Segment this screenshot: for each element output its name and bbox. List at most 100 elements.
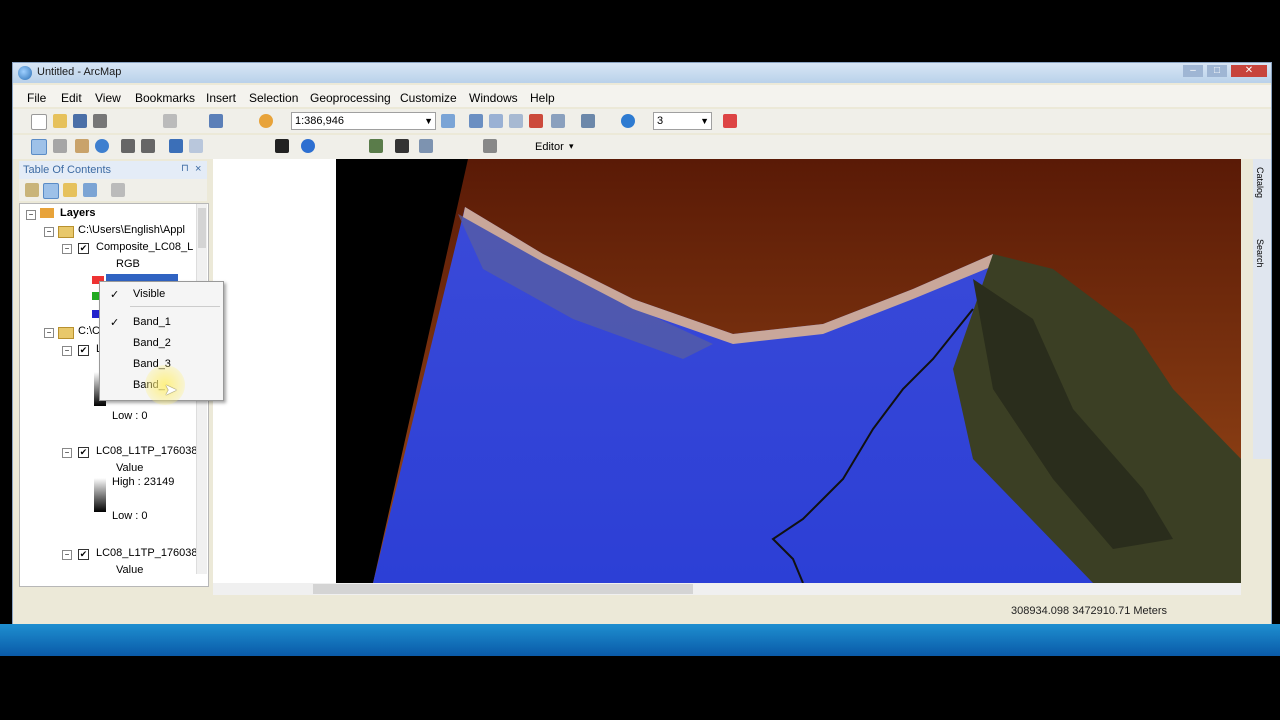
menu-item-visible[interactable]: ✓ Visible xyxy=(100,284,223,304)
composite-layer-name[interactable]: Composite_LC08_L xyxy=(96,241,193,253)
menu-divider xyxy=(130,306,220,307)
map-view[interactable] xyxy=(213,159,1241,583)
layer4-value-label: Value xyxy=(116,564,144,576)
menu-customize[interactable]: Customize xyxy=(400,91,457,105)
coordinate-readout: 308934.098 3472910.71 Meters xyxy=(1011,605,1167,617)
zoom-out-icon[interactable] xyxy=(53,139,67,153)
map-horizontal-scrollbar[interactable] xyxy=(213,583,1241,595)
layer3-value-label: Value xyxy=(116,462,144,474)
fixed-zoom-out-icon[interactable] xyxy=(141,139,155,153)
fixed-zoom-in-icon[interactable] xyxy=(121,139,135,153)
minimize-button[interactable]: – xyxy=(1183,65,1203,77)
collapse-icon[interactable]: − xyxy=(26,210,36,220)
list-by-drawing-order-icon[interactable] xyxy=(25,183,39,197)
menu-windows[interactable]: Windows xyxy=(469,91,518,105)
chevron-down-icon: ▼ xyxy=(700,116,709,126)
layer-visibility-checkbox[interactable]: ✔ xyxy=(78,447,89,458)
layers-label[interactable]: Layers xyxy=(60,207,95,219)
layer-dropdown[interactable]: 3 ▼ xyxy=(653,112,712,130)
forward-extent-icon[interactable] xyxy=(189,139,203,153)
menu-item-band-1[interactable]: ✓ Band_1 xyxy=(100,312,223,332)
layer-visibility-checkbox[interactable]: ✔ xyxy=(78,243,89,254)
menu-selection[interactable]: Selection xyxy=(249,91,298,105)
editor-menu[interactable]: Editor xyxy=(535,141,564,153)
add-data-icon[interactable] xyxy=(259,114,273,128)
chevron-down-icon: ▾ xyxy=(569,141,574,151)
group1-path[interactable]: C:\Users\English\Appl xyxy=(78,224,185,236)
list-by-selection-icon[interactable] xyxy=(83,183,97,197)
search-tab[interactable]: Search xyxy=(1255,239,1265,268)
list-by-source-icon[interactable] xyxy=(43,183,59,199)
collapse-icon[interactable]: − xyxy=(62,448,72,458)
collapse-icon[interactable]: − xyxy=(44,227,54,237)
editor-toolbar-icon[interactable] xyxy=(441,114,455,128)
html-popup-icon[interactable] xyxy=(483,139,497,153)
python-window-icon[interactable] xyxy=(551,114,565,128)
folder-icon xyxy=(58,327,74,339)
identify-icon[interactable] xyxy=(301,139,315,153)
select-pointer-icon[interactable] xyxy=(275,139,289,153)
find-icon[interactable] xyxy=(369,139,383,153)
catalog-tab[interactable]: Catalog xyxy=(1255,167,1265,198)
flag-icon[interactable] xyxy=(723,114,737,128)
menu-help[interactable]: Help xyxy=(530,91,555,105)
save-icon[interactable] xyxy=(73,114,87,128)
open-folder-icon[interactable] xyxy=(53,114,67,128)
model-builder-icon[interactable] xyxy=(581,114,595,128)
layer-visibility-checkbox[interactable]: ✔ xyxy=(78,345,89,356)
layer-visibility-checkbox[interactable]: ✔ xyxy=(78,549,89,560)
group2-path[interactable]: C:\C xyxy=(78,325,100,337)
menu-edit[interactable]: Edit xyxy=(61,91,82,105)
menu-item-band-2[interactable]: Band_2 xyxy=(100,333,223,353)
map-scale-dropdown[interactable]: 1:386,946 ▼ xyxy=(291,112,436,130)
arctoolbox-icon[interactable] xyxy=(529,114,543,128)
scrollbar-thumb[interactable] xyxy=(313,584,693,594)
layer3-high: High : 23149 xyxy=(112,476,175,488)
layer4-name[interactable]: LC08_L1TP_176038 xyxy=(96,547,198,559)
paste-icon[interactable] xyxy=(163,114,177,128)
collapse-icon[interactable]: − xyxy=(62,550,72,560)
globe-icon[interactable] xyxy=(621,114,635,128)
mouse-cursor-icon: ➤ xyxy=(164,382,178,399)
check-icon: ✓ xyxy=(110,289,120,301)
check-icon: ✓ xyxy=(110,317,120,329)
collapse-icon[interactable]: − xyxy=(62,346,72,356)
standard-toolbar: 1:386,946 ▼ 3 ▼ xyxy=(13,109,1271,133)
collapse-icon[interactable]: − xyxy=(62,244,72,254)
menu-bar: File Edit View Bookmarks Insert Selectio… xyxy=(13,85,1271,107)
status-bar: 308934.098 3472910.71 Meters xyxy=(13,597,1271,623)
menu-bookmarks[interactable]: Bookmarks xyxy=(135,91,195,105)
layer3-name[interactable]: LC08_L1TP_176038 xyxy=(96,445,198,457)
back-extent-icon[interactable] xyxy=(169,139,183,153)
maximize-button[interactable]: □ xyxy=(1207,65,1227,77)
layers-icon xyxy=(40,208,54,218)
binoculars-icon[interactable] xyxy=(395,139,409,153)
undo-icon[interactable] xyxy=(209,114,223,128)
satellite-image xyxy=(213,159,1241,583)
search-window-icon[interactable] xyxy=(509,114,523,128)
list-by-visibility-icon[interactable] xyxy=(63,183,77,197)
menu-view[interactable]: View xyxy=(95,91,121,105)
full-extent-icon[interactable] xyxy=(95,139,109,153)
menu-geoprocessing[interactable]: Geoprocessing xyxy=(310,91,391,105)
tools-toolbar: Editor ▾ xyxy=(13,135,1271,159)
collapse-icon[interactable]: − xyxy=(44,328,54,338)
close-button[interactable]: ✕ xyxy=(1231,65,1267,77)
grayscale-ramp xyxy=(94,478,106,512)
layer2-low: Low : 0 xyxy=(112,410,148,422)
table-of-contents-icon[interactable] xyxy=(469,114,483,128)
menu-file[interactable]: File xyxy=(27,91,46,105)
zoom-in-icon[interactable] xyxy=(31,139,47,155)
pin-icon[interactable]: ⊓ xyxy=(181,163,189,174)
close-icon[interactable]: × xyxy=(195,163,201,175)
catalog-icon[interactable] xyxy=(489,114,503,128)
measure-icon[interactable] xyxy=(419,139,433,153)
scrollbar-thumb[interactable] xyxy=(198,208,206,248)
new-document-icon[interactable] xyxy=(31,114,47,130)
options-icon[interactable] xyxy=(111,183,125,197)
print-icon[interactable] xyxy=(93,114,107,128)
map-scale-value: 1:386,946 xyxy=(295,115,344,127)
toc-title: Table Of Contents xyxy=(23,164,112,176)
menu-insert[interactable]: Insert xyxy=(206,91,236,105)
pan-icon[interactable] xyxy=(75,139,89,153)
